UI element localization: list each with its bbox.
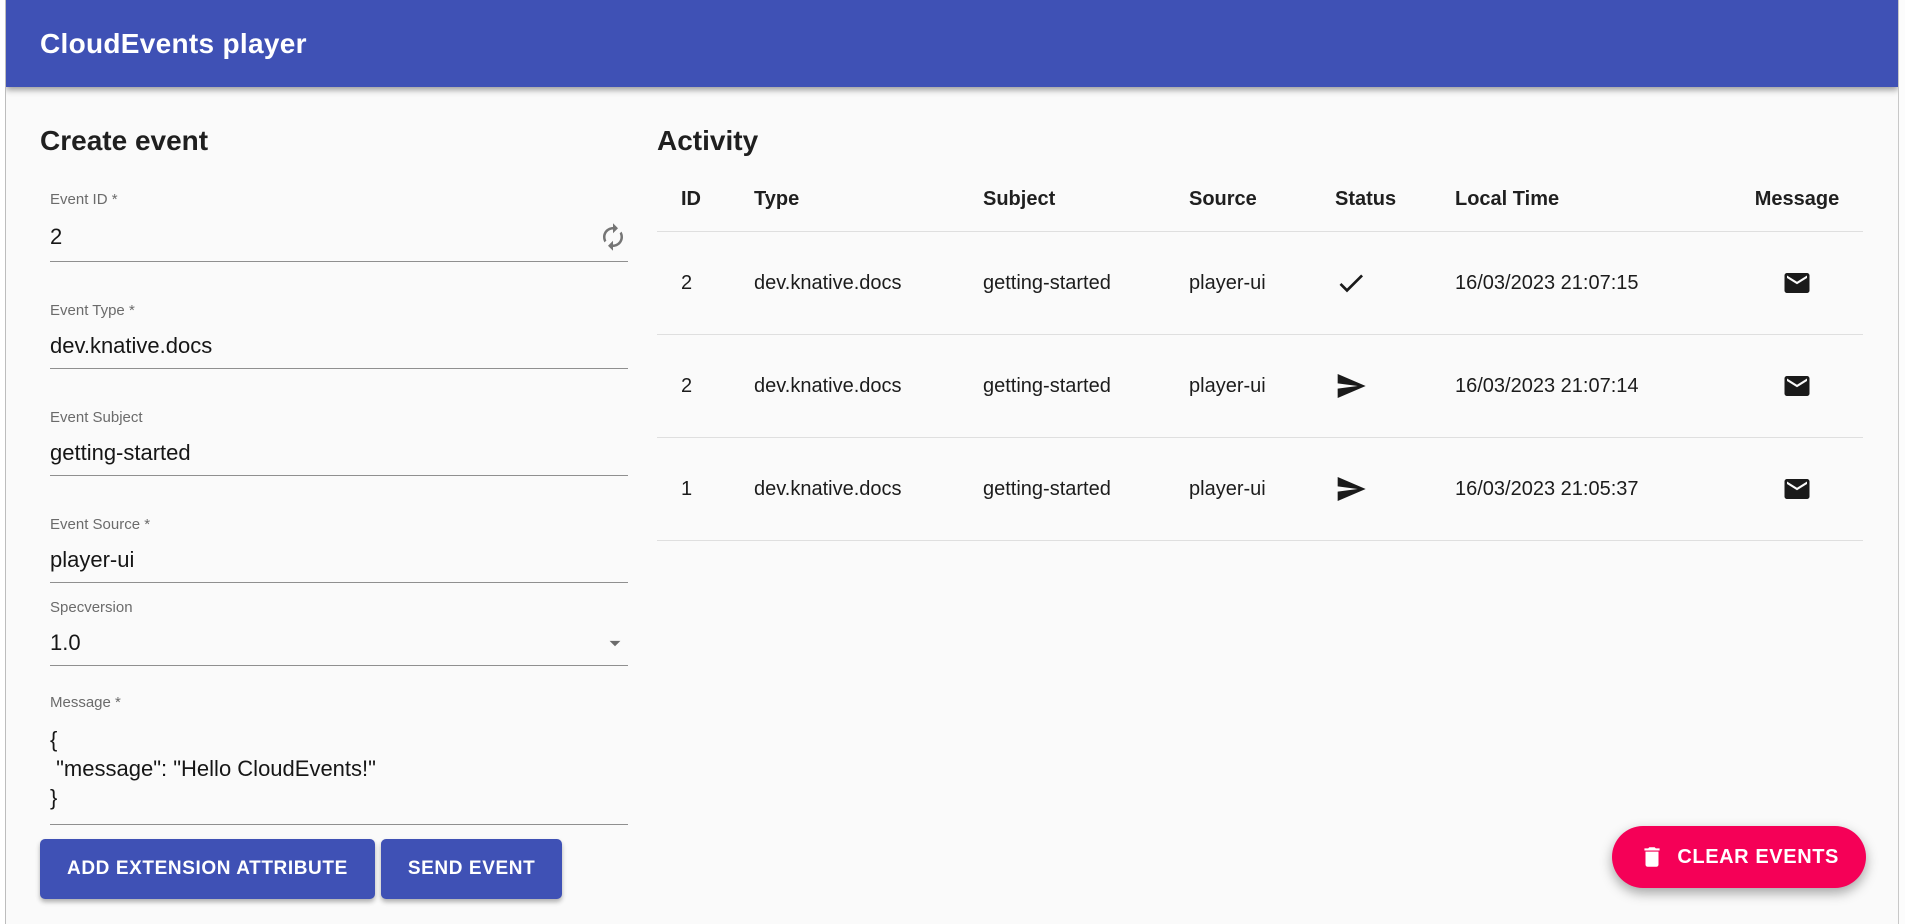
cell-source: player-ui <box>1189 375 1335 398</box>
activity-panel: Activity ID Type Subject Source Status L… <box>657 126 1863 899</box>
event-id-field: Event ID * <box>50 191 628 262</box>
specversion-field: Specversion 1.0 <box>50 599 628 666</box>
clear-events-label: CLEAR EVENTS <box>1677 846 1839 869</box>
activity-heading: Activity <box>657 126 1863 156</box>
create-event-panel: Create event Event ID * Event Type * Eve… <box>40 126 628 899</box>
cell-local-time: 16/03/2023 21:07:15 <box>1455 272 1731 295</box>
app-bar: CloudEvents player <box>6 0 1898 87</box>
app-title: CloudEvents player <box>40 28 307 60</box>
app-window: CloudEvents player Create event Event ID… <box>5 0 1898 924</box>
event-source-input[interactable] <box>50 547 628 573</box>
scrollbar-track[interactable] <box>1898 0 1905 924</box>
specversion-value: 1.0 <box>50 630 602 656</box>
cell-local-time: 16/03/2023 21:05:37 <box>1455 478 1731 501</box>
table-row: 2 dev.knative.docs getting-started playe… <box>657 232 1863 335</box>
cell-subject: getting-started <box>983 375 1189 398</box>
cell-message <box>1731 268 1863 298</box>
column-header-id: ID <box>681 188 754 211</box>
column-header-type: Type <box>754 188 983 211</box>
cell-id: 2 <box>681 272 754 295</box>
cell-id: 2 <box>681 375 754 398</box>
cell-type: dev.knative.docs <box>754 272 983 295</box>
clear-events-button[interactable]: CLEAR EVENTS <box>1612 826 1866 888</box>
event-id-label: Event ID * <box>50 191 628 209</box>
trash-icon <box>1639 844 1665 870</box>
cell-status <box>1335 473 1455 505</box>
cell-source: player-ui <box>1189 272 1335 295</box>
cell-id: 1 <box>681 478 754 501</box>
event-type-field: Event Type * <box>50 302 628 369</box>
column-header-local-time: Local Time <box>1455 188 1731 211</box>
activity-table-header: ID Type Subject Source Status Local Time… <box>657 168 1863 232</box>
autorenew-icon[interactable] <box>598 222 628 252</box>
table-row: 2 dev.knative.docs getting-started playe… <box>657 335 1863 438</box>
add-extension-attribute-button[interactable]: ADD EXTENSION ATTRIBUTE <box>40 839 375 899</box>
column-header-source: Source <box>1189 188 1335 211</box>
message-field: Message * { "message": "Hello CloudEvent… <box>50 694 628 825</box>
column-header-message: Message <box>1731 188 1863 211</box>
send-icon <box>1335 370 1455 402</box>
form-buttons: ADD EXTENSION ATTRIBUTE SEND EVENT <box>40 839 628 899</box>
create-event-heading: Create event <box>40 126 628 156</box>
envelope-icon[interactable] <box>1782 268 1812 298</box>
event-id-input[interactable] <box>50 224 598 250</box>
send-icon <box>1335 473 1455 505</box>
cell-local-time: 16/03/2023 21:07:14 <box>1455 375 1731 398</box>
message-label: Message * <box>50 694 628 712</box>
check-icon <box>1335 267 1455 299</box>
column-header-subject: Subject <box>983 188 1189 211</box>
event-type-label: Event Type * <box>50 302 628 320</box>
table-row: 1 dev.knative.docs getting-started playe… <box>657 438 1863 541</box>
column-header-status: Status <box>1335 188 1455 211</box>
cell-message <box>1731 371 1863 401</box>
cell-source: player-ui <box>1189 478 1335 501</box>
specversion-select[interactable]: 1.0 <box>50 630 628 666</box>
specversion-label: Specversion <box>50 599 628 617</box>
cell-status <box>1335 370 1455 402</box>
cell-subject: getting-started <box>983 478 1189 501</box>
event-source-field: Event Source * <box>50 516 628 583</box>
cell-type: dev.knative.docs <box>754 375 983 398</box>
envelope-icon[interactable] <box>1782 474 1812 504</box>
envelope-icon[interactable] <box>1782 371 1812 401</box>
event-subject-label: Event Subject <box>50 409 628 427</box>
cell-subject: getting-started <box>983 272 1189 295</box>
event-source-label: Event Source * <box>50 516 628 534</box>
event-subject-input[interactable] <box>50 440 628 466</box>
cell-type: dev.knative.docs <box>754 478 983 501</box>
message-input[interactable]: { "message": "Hello CloudEvents!" } <box>50 725 628 813</box>
event-subject-field: Event Subject <box>50 409 628 476</box>
cell-message <box>1731 474 1863 504</box>
event-type-input[interactable] <box>50 333 628 359</box>
cell-status <box>1335 267 1455 299</box>
send-event-button[interactable]: SEND EVENT <box>381 839 562 899</box>
main-content: Create event Event ID * Event Type * Eve… <box>6 87 1898 899</box>
dropdown-arrow-icon <box>602 630 628 656</box>
